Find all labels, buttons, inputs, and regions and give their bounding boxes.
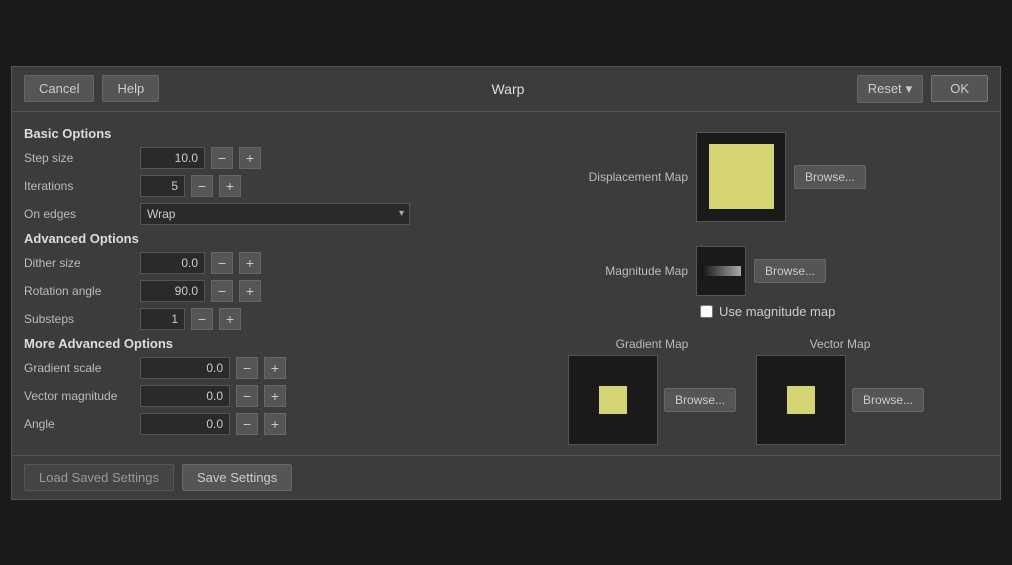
help-button[interactable]: Help	[102, 75, 159, 102]
gradient-scale-row: Gradient scale − +	[24, 357, 548, 379]
basic-options-title: Basic Options	[24, 126, 548, 141]
cancel-button[interactable]: Cancel	[24, 75, 94, 102]
substeps-input[interactable]	[140, 308, 185, 330]
iterations-decrement[interactable]: −	[191, 175, 213, 197]
gradient-map-block: Gradient Map Browse...	[568, 337, 736, 445]
rotation-increment[interactable]: +	[239, 280, 261, 302]
rotation-angle-label: Rotation angle	[24, 284, 134, 298]
right-panel: Displacement Map Browse... Magnitude Map…	[568, 122, 988, 445]
angle-decrement[interactable]: −	[236, 413, 258, 435]
magnitude-section: Magnitude Map Browse... Use magnitude ma…	[568, 236, 988, 319]
step-size-increment[interactable]: +	[239, 147, 261, 169]
dither-size-label: Dither size	[24, 256, 134, 270]
step-size-decrement[interactable]: −	[211, 147, 233, 169]
angle-label: Angle	[24, 417, 134, 431]
on-edges-row: On edges Wrap Smear Black ▾	[24, 203, 548, 225]
iterations-increment[interactable]: +	[219, 175, 241, 197]
vector-map-browse-button[interactable]: Browse...	[852, 388, 924, 412]
magnitude-map-label: Magnitude Map	[568, 264, 688, 278]
on-edges-select[interactable]: Wrap Smear Black	[140, 203, 410, 225]
vector-magnitude-row: Vector magnitude − +	[24, 385, 548, 407]
displacement-map-preview	[696, 132, 786, 222]
vector-map-row: Browse...	[756, 355, 924, 445]
on-edges-select-wrap: Wrap Smear Black ▾	[140, 203, 410, 225]
step-size-row: Step size − +	[24, 147, 548, 169]
gradient-map-label: Gradient Map	[616, 337, 689, 351]
bottom-buttons: Load Saved Settings Save Settings	[12, 455, 1000, 499]
substeps-decrement[interactable]: −	[191, 308, 213, 330]
angle-row: Angle − +	[24, 413, 548, 435]
angle-input[interactable]	[140, 413, 230, 435]
reset-label: Reset	[868, 81, 902, 96]
dither-size-input[interactable]	[140, 252, 205, 274]
magnitude-map-preview	[696, 246, 746, 296]
advanced-options-title: Advanced Options	[24, 231, 548, 246]
angle-increment[interactable]: +	[264, 413, 286, 435]
displacement-map-section: Displacement Map Browse...	[568, 132, 988, 222]
iterations-input[interactable]	[140, 175, 185, 197]
vector-map-block: Vector Map Browse...	[756, 337, 924, 445]
displacement-map-label: Displacement Map	[568, 170, 688, 184]
substeps-increment[interactable]: +	[219, 308, 241, 330]
ok-button[interactable]: OK	[931, 75, 988, 102]
use-magnitude-row: Use magnitude map	[700, 304, 988, 319]
gradient-scale-increment[interactable]: +	[264, 357, 286, 379]
dither-size-row: Dither size − +	[24, 252, 548, 274]
vector-magnitude-increment[interactable]: +	[264, 385, 286, 407]
use-magnitude-label: Use magnitude map	[719, 304, 835, 319]
step-size-input[interactable]	[140, 147, 205, 169]
gradient-map-preview	[568, 355, 658, 445]
vector-map-preview	[756, 355, 846, 445]
reset-button[interactable]: Reset ▾	[857, 75, 924, 103]
rotation-angle-row: Rotation angle − +	[24, 280, 548, 302]
gradient-map-row: Browse...	[568, 355, 736, 445]
rotation-angle-input[interactable]	[140, 280, 205, 302]
magnitude-map-browse-button[interactable]: Browse...	[754, 259, 826, 283]
use-magnitude-checkbox[interactable]	[700, 305, 713, 318]
substeps-label: Substeps	[24, 312, 134, 326]
gradient-scale-label: Gradient scale	[24, 361, 134, 375]
dialog-title: Warp	[167, 81, 848, 97]
vector-magnitude-decrement[interactable]: −	[236, 385, 258, 407]
gradient-map-thumbnail	[599, 386, 627, 414]
more-advanced-options-title: More Advanced Options	[24, 336, 548, 351]
left-panel: Basic Options Step size − + Iterations −…	[24, 122, 548, 445]
substeps-row: Substeps − +	[24, 308, 548, 330]
chevron-down-icon: ▾	[906, 81, 913, 97]
dither-decrement[interactable]: −	[211, 252, 233, 274]
displacement-map-thumbnail	[709, 144, 774, 209]
gradient-vector-maps-section: Gradient Map Browse... Vector Map	[568, 337, 988, 445]
step-size-label: Step size	[24, 151, 134, 165]
gradient-scale-decrement[interactable]: −	[236, 357, 258, 379]
iterations-label: Iterations	[24, 179, 134, 193]
gradient-map-browse-button[interactable]: Browse...	[664, 388, 736, 412]
rotation-decrement[interactable]: −	[211, 280, 233, 302]
vector-magnitude-input[interactable]	[140, 385, 230, 407]
gradient-scale-input[interactable]	[140, 357, 230, 379]
vector-magnitude-label: Vector magnitude	[24, 389, 134, 403]
vector-map-label: Vector Map	[810, 337, 871, 351]
displacement-map-browse-button[interactable]: Browse...	[794, 165, 866, 189]
vector-map-thumbnail	[787, 386, 815, 414]
dither-increment[interactable]: +	[239, 252, 261, 274]
magnitude-map-thumbnail	[701, 266, 741, 276]
titlebar: Cancel Help Warp Reset ▾ OK	[12, 67, 1000, 112]
on-edges-label: On edges	[24, 207, 134, 221]
iterations-row: Iterations − +	[24, 175, 548, 197]
save-settings-button[interactable]: Save Settings	[182, 464, 292, 491]
load-settings-button[interactable]: Load Saved Settings	[24, 464, 174, 491]
magnitude-map-row: Magnitude Map Browse...	[568, 246, 988, 296]
